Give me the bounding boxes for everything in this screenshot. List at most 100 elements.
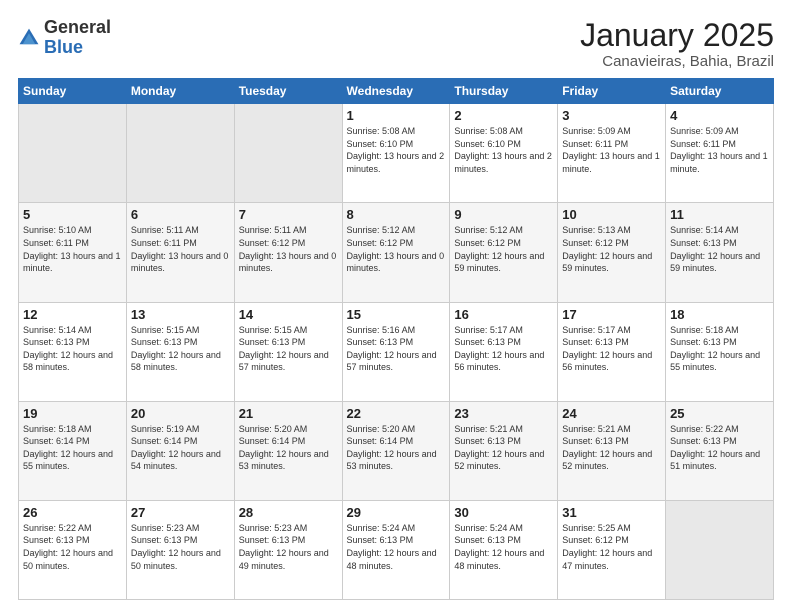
- calendar-title: January 2025: [580, 18, 774, 53]
- day-number: 28: [239, 505, 338, 520]
- header-wednesday: Wednesday: [342, 79, 450, 104]
- day-number: 12: [23, 307, 122, 322]
- day-number: 27: [131, 505, 230, 520]
- table-row: 20 Sunrise: 5:19 AM Sunset: 6:14 PM Dayli…: [126, 401, 234, 500]
- day-info: Sunrise: 5:21 AM Sunset: 6:13 PM Dayligh…: [454, 423, 553, 473]
- day-info: Sunrise: 5:19 AM Sunset: 6:14 PM Dayligh…: [131, 423, 230, 473]
- table-row: 12 Sunrise: 5:14 AM Sunset: 6:13 PM Dayli…: [19, 302, 127, 401]
- day-info: Sunrise: 5:15 AM Sunset: 6:13 PM Dayligh…: [239, 324, 338, 374]
- table-row: 15 Sunrise: 5:16 AM Sunset: 6:13 PM Dayli…: [342, 302, 450, 401]
- day-info: Sunrise: 5:24 AM Sunset: 6:13 PM Dayligh…: [347, 522, 446, 572]
- calendar-table: Sunday Monday Tuesday Wednesday Thursday…: [18, 78, 774, 600]
- table-row: 18 Sunrise: 5:18 AM Sunset: 6:13 PM Dayli…: [666, 302, 774, 401]
- day-number: 30: [454, 505, 553, 520]
- table-row: 31Sunrise: 5:25 AM Sunset: 6:12 PM Dayli…: [558, 500, 666, 599]
- table-row: 19 Sunrise: 5:18 AM Sunset: 6:14 PM Dayli…: [19, 401, 127, 500]
- day-info: Sunrise: 5:21 AM Sunset: 6:13 PM Dayligh…: [562, 423, 661, 473]
- day-number: 7: [239, 207, 338, 222]
- table-row: 9 Sunrise: 5:12 AM Sunset: 6:12 PM Daylig…: [450, 203, 558, 302]
- weekday-header-row: Sunday Monday Tuesday Wednesday Thursday…: [19, 79, 774, 104]
- day-info: Sunrise: 5:23 AM Sunset: 6:13 PM Dayligh…: [239, 522, 338, 572]
- logo-icon: [18, 27, 40, 49]
- day-info: Sunrise: 5:14 AM Sunset: 6:13 PM Dayligh…: [670, 224, 769, 274]
- day-info: Sunrise: 5:16 AM Sunset: 6:13 PM Dayligh…: [347, 324, 446, 374]
- day-info: Sunrise: 5:09 AM Sunset: 6:11 PM Dayligh…: [670, 125, 769, 175]
- day-number: 2: [454, 108, 553, 123]
- header-thursday: Thursday: [450, 79, 558, 104]
- day-info: Sunrise: 5:20 AM Sunset: 6:14 PM Dayligh…: [239, 423, 338, 473]
- table-row: 24 Sunrise: 5:21 AM Sunset: 6:13 PM Dayli…: [558, 401, 666, 500]
- day-info: Sunrise: 5:22 AM Sunset: 6:13 PM Dayligh…: [670, 423, 769, 473]
- table-row: 14Sunrise: 5:15 AM Sunset: 6:13 PM Dayli…: [234, 302, 342, 401]
- calendar-week-row: 1 Sunrise: 5:08 AM Sunset: 6:10 PM Daylig…: [19, 104, 774, 203]
- table-row: [234, 104, 342, 203]
- table-row: 7 Sunrise: 5:11 AM Sunset: 6:12 PM Daylig…: [234, 203, 342, 302]
- header-saturday: Saturday: [666, 79, 774, 104]
- day-info: Sunrise: 5:15 AM Sunset: 6:13 PM Dayligh…: [131, 324, 230, 374]
- day-info: Sunrise: 5:10 AM Sunset: 6:11 PM Dayligh…: [23, 224, 122, 274]
- day-number: 13: [131, 307, 230, 322]
- day-info: Sunrise: 5:13 AM Sunset: 6:12 PM Dayligh…: [562, 224, 661, 274]
- day-info: Sunrise: 5:18 AM Sunset: 6:14 PM Dayligh…: [23, 423, 122, 473]
- day-number: 15: [347, 307, 446, 322]
- day-number: 5: [23, 207, 122, 222]
- title-block: January 2025 Canavieiras, Bahia, Brazil: [580, 18, 774, 70]
- table-row: [19, 104, 127, 203]
- day-info: Sunrise: 5:17 AM Sunset: 6:13 PM Dayligh…: [562, 324, 661, 374]
- day-info: Sunrise: 5:11 AM Sunset: 6:11 PM Dayligh…: [131, 224, 230, 274]
- day-info: Sunrise: 5:23 AM Sunset: 6:13 PM Dayligh…: [131, 522, 230, 572]
- table-row: 1 Sunrise: 5:08 AM Sunset: 6:10 PM Daylig…: [342, 104, 450, 203]
- header-sunday: Sunday: [19, 79, 127, 104]
- day-number: 6: [131, 207, 230, 222]
- table-row: 6 Sunrise: 5:11 AM Sunset: 6:11 PM Daylig…: [126, 203, 234, 302]
- day-info: Sunrise: 5:22 AM Sunset: 6:13 PM Dayligh…: [23, 522, 122, 572]
- day-number: 22: [347, 406, 446, 421]
- day-number: 18: [670, 307, 769, 322]
- day-info: Sunrise: 5:18 AM Sunset: 6:13 PM Dayligh…: [670, 324, 769, 374]
- day-number: 11: [670, 207, 769, 222]
- day-info: Sunrise: 5:17 AM Sunset: 6:13 PM Dayligh…: [454, 324, 553, 374]
- day-number: 20: [131, 406, 230, 421]
- table-row: 28 Sunrise: 5:23 AM Sunset: 6:13 PM Dayli…: [234, 500, 342, 599]
- table-row: 27 Sunrise: 5:23 AM Sunset: 6:13 PM Dayli…: [126, 500, 234, 599]
- logo-general-text: General: [44, 17, 111, 37]
- header: General Blue January 2025 Canavieiras, B…: [18, 18, 774, 70]
- day-number: 25: [670, 406, 769, 421]
- day-number: 24: [562, 406, 661, 421]
- logo: General Blue: [18, 18, 111, 58]
- calendar-subtitle: Canavieiras, Bahia, Brazil: [580, 53, 774, 70]
- table-row: 13 Sunrise: 5:15 AM Sunset: 6:13 PM Dayli…: [126, 302, 234, 401]
- calendar-week-row: 26 Sunrise: 5:22 AM Sunset: 6:13 PM Dayli…: [19, 500, 774, 599]
- table-row: 4 Sunrise: 5:09 AM Sunset: 6:11 PM Daylig…: [666, 104, 774, 203]
- day-info: Sunrise: 5:25 AM Sunset: 6:12 PM Dayligh…: [562, 522, 661, 572]
- day-number: 17: [562, 307, 661, 322]
- day-number: 9: [454, 207, 553, 222]
- table-row: 22Sunrise: 5:20 AM Sunset: 6:14 PM Dayli…: [342, 401, 450, 500]
- table-row: [126, 104, 234, 203]
- table-row: 21Sunrise: 5:20 AM Sunset: 6:14 PM Dayli…: [234, 401, 342, 500]
- table-row: 29Sunrise: 5:24 AM Sunset: 6:13 PM Dayli…: [342, 500, 450, 599]
- day-number: 1: [347, 108, 446, 123]
- table-row: 8Sunrise: 5:12 AM Sunset: 6:12 PM Daylig…: [342, 203, 450, 302]
- table-row: 16 Sunrise: 5:17 AM Sunset: 6:13 PM Dayli…: [450, 302, 558, 401]
- day-number: 26: [23, 505, 122, 520]
- calendar-week-row: 19 Sunrise: 5:18 AM Sunset: 6:14 PM Dayli…: [19, 401, 774, 500]
- day-info: Sunrise: 5:11 AM Sunset: 6:12 PM Dayligh…: [239, 224, 338, 274]
- day-info: Sunrise: 5:08 AM Sunset: 6:10 PM Dayligh…: [347, 125, 446, 175]
- day-number: 19: [23, 406, 122, 421]
- header-monday: Monday: [126, 79, 234, 104]
- logo-blue-text: Blue: [44, 37, 83, 57]
- day-number: 4: [670, 108, 769, 123]
- table-row: [666, 500, 774, 599]
- table-row: 17 Sunrise: 5:17 AM Sunset: 6:13 PM Dayli…: [558, 302, 666, 401]
- table-row: 25 Sunrise: 5:22 AM Sunset: 6:13 PM Dayli…: [666, 401, 774, 500]
- calendar-week-row: 12 Sunrise: 5:14 AM Sunset: 6:13 PM Dayli…: [19, 302, 774, 401]
- day-info: Sunrise: 5:14 AM Sunset: 6:13 PM Dayligh…: [23, 324, 122, 374]
- day-number: 16: [454, 307, 553, 322]
- calendar-week-row: 5 Sunrise: 5:10 AM Sunset: 6:11 PM Daylig…: [19, 203, 774, 302]
- day-info: Sunrise: 5:12 AM Sunset: 6:12 PM Dayligh…: [454, 224, 553, 274]
- day-number: 10: [562, 207, 661, 222]
- day-info: Sunrise: 5:24 AM Sunset: 6:13 PM Dayligh…: [454, 522, 553, 572]
- day-number: 23: [454, 406, 553, 421]
- table-row: 11 Sunrise: 5:14 AM Sunset: 6:13 PM Dayli…: [666, 203, 774, 302]
